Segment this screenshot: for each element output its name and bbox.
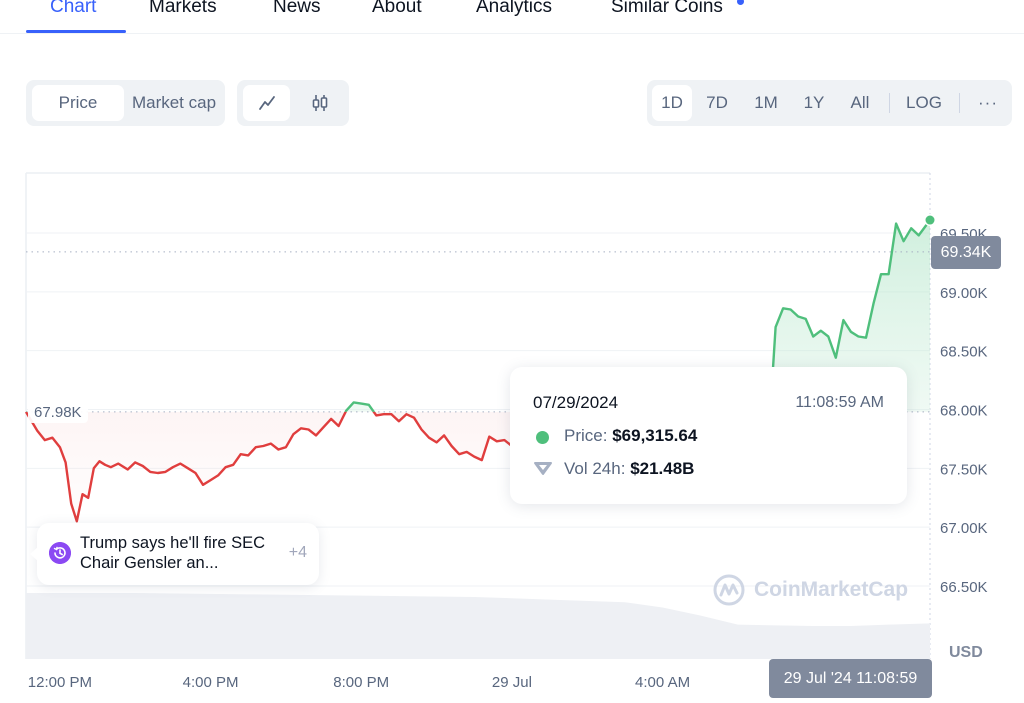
- x-tick-label: 12:00 PM: [28, 674, 92, 691]
- coinmarketcap-logo-icon: [713, 574, 745, 606]
- price-label: Price:: [564, 426, 608, 445]
- x-axis: 12:00 PM 4:00 PM 8:00 PM 29 Jul 4:00 AM: [28, 674, 690, 691]
- price-value: $69,315.64: [612, 426, 698, 445]
- baseline-price-label: 67.98K: [28, 402, 88, 423]
- current-point: [925, 215, 935, 225]
- x-tick-label: 4:00 PM: [183, 674, 239, 691]
- news-event-card[interactable]: Trump says he'll fire SEC Chair Gensler …: [30, 523, 319, 585]
- volume-icon: [534, 462, 552, 475]
- current-price-label: 69.34K: [931, 236, 1001, 269]
- news-more-count[interactable]: +4: [289, 544, 307, 562]
- tooltip-time: 11:08:59 AM: [795, 394, 884, 411]
- y-tick-label: 68.00K: [940, 403, 988, 420]
- y-tick-label: 69.00K: [940, 285, 988, 302]
- tooltip-date: 07/29/2024: [533, 393, 619, 412]
- watermark-text: CoinMarketCap: [754, 578, 909, 601]
- news-headline[interactable]: Trump says he'll fire SEC Chair Gensler …: [80, 533, 280, 573]
- crosshair-time-label: 29 Jul '24 11:08:59: [769, 659, 932, 698]
- y-axis: 66.50K67.00K67.50K68.00K68.50K69.00K69.5…: [940, 226, 988, 596]
- x-tick-label: 8:00 PM: [333, 674, 389, 691]
- price-tooltip: 07/29/2024 11:08:59 AM Price: $69,315.64…: [510, 367, 907, 504]
- volume-value: $21.48B: [630, 459, 695, 478]
- volume-label: Vol 24h:: [564, 459, 626, 478]
- tooltip-price: Price: $69,315.64: [564, 426, 697, 446]
- price-dot-icon: [536, 431, 549, 444]
- y-tick-label: 66.50K: [940, 579, 988, 596]
- tooltip-volume: Vol 24h: $21.48B: [564, 459, 694, 479]
- currency-label: USD: [949, 644, 983, 661]
- news-pointer: [30, 547, 38, 561]
- watermark: CoinMarketCap: [712, 573, 908, 607]
- y-tick-label: 67.00K: [940, 520, 988, 537]
- y-tick-label: 67.50K: [940, 461, 988, 478]
- y-tick-label: 68.50K: [940, 344, 988, 361]
- x-tick-label: 4:00 AM: [635, 674, 690, 691]
- history-clock-icon: [49, 542, 71, 564]
- x-tick-label: 29 Jul: [492, 674, 532, 691]
